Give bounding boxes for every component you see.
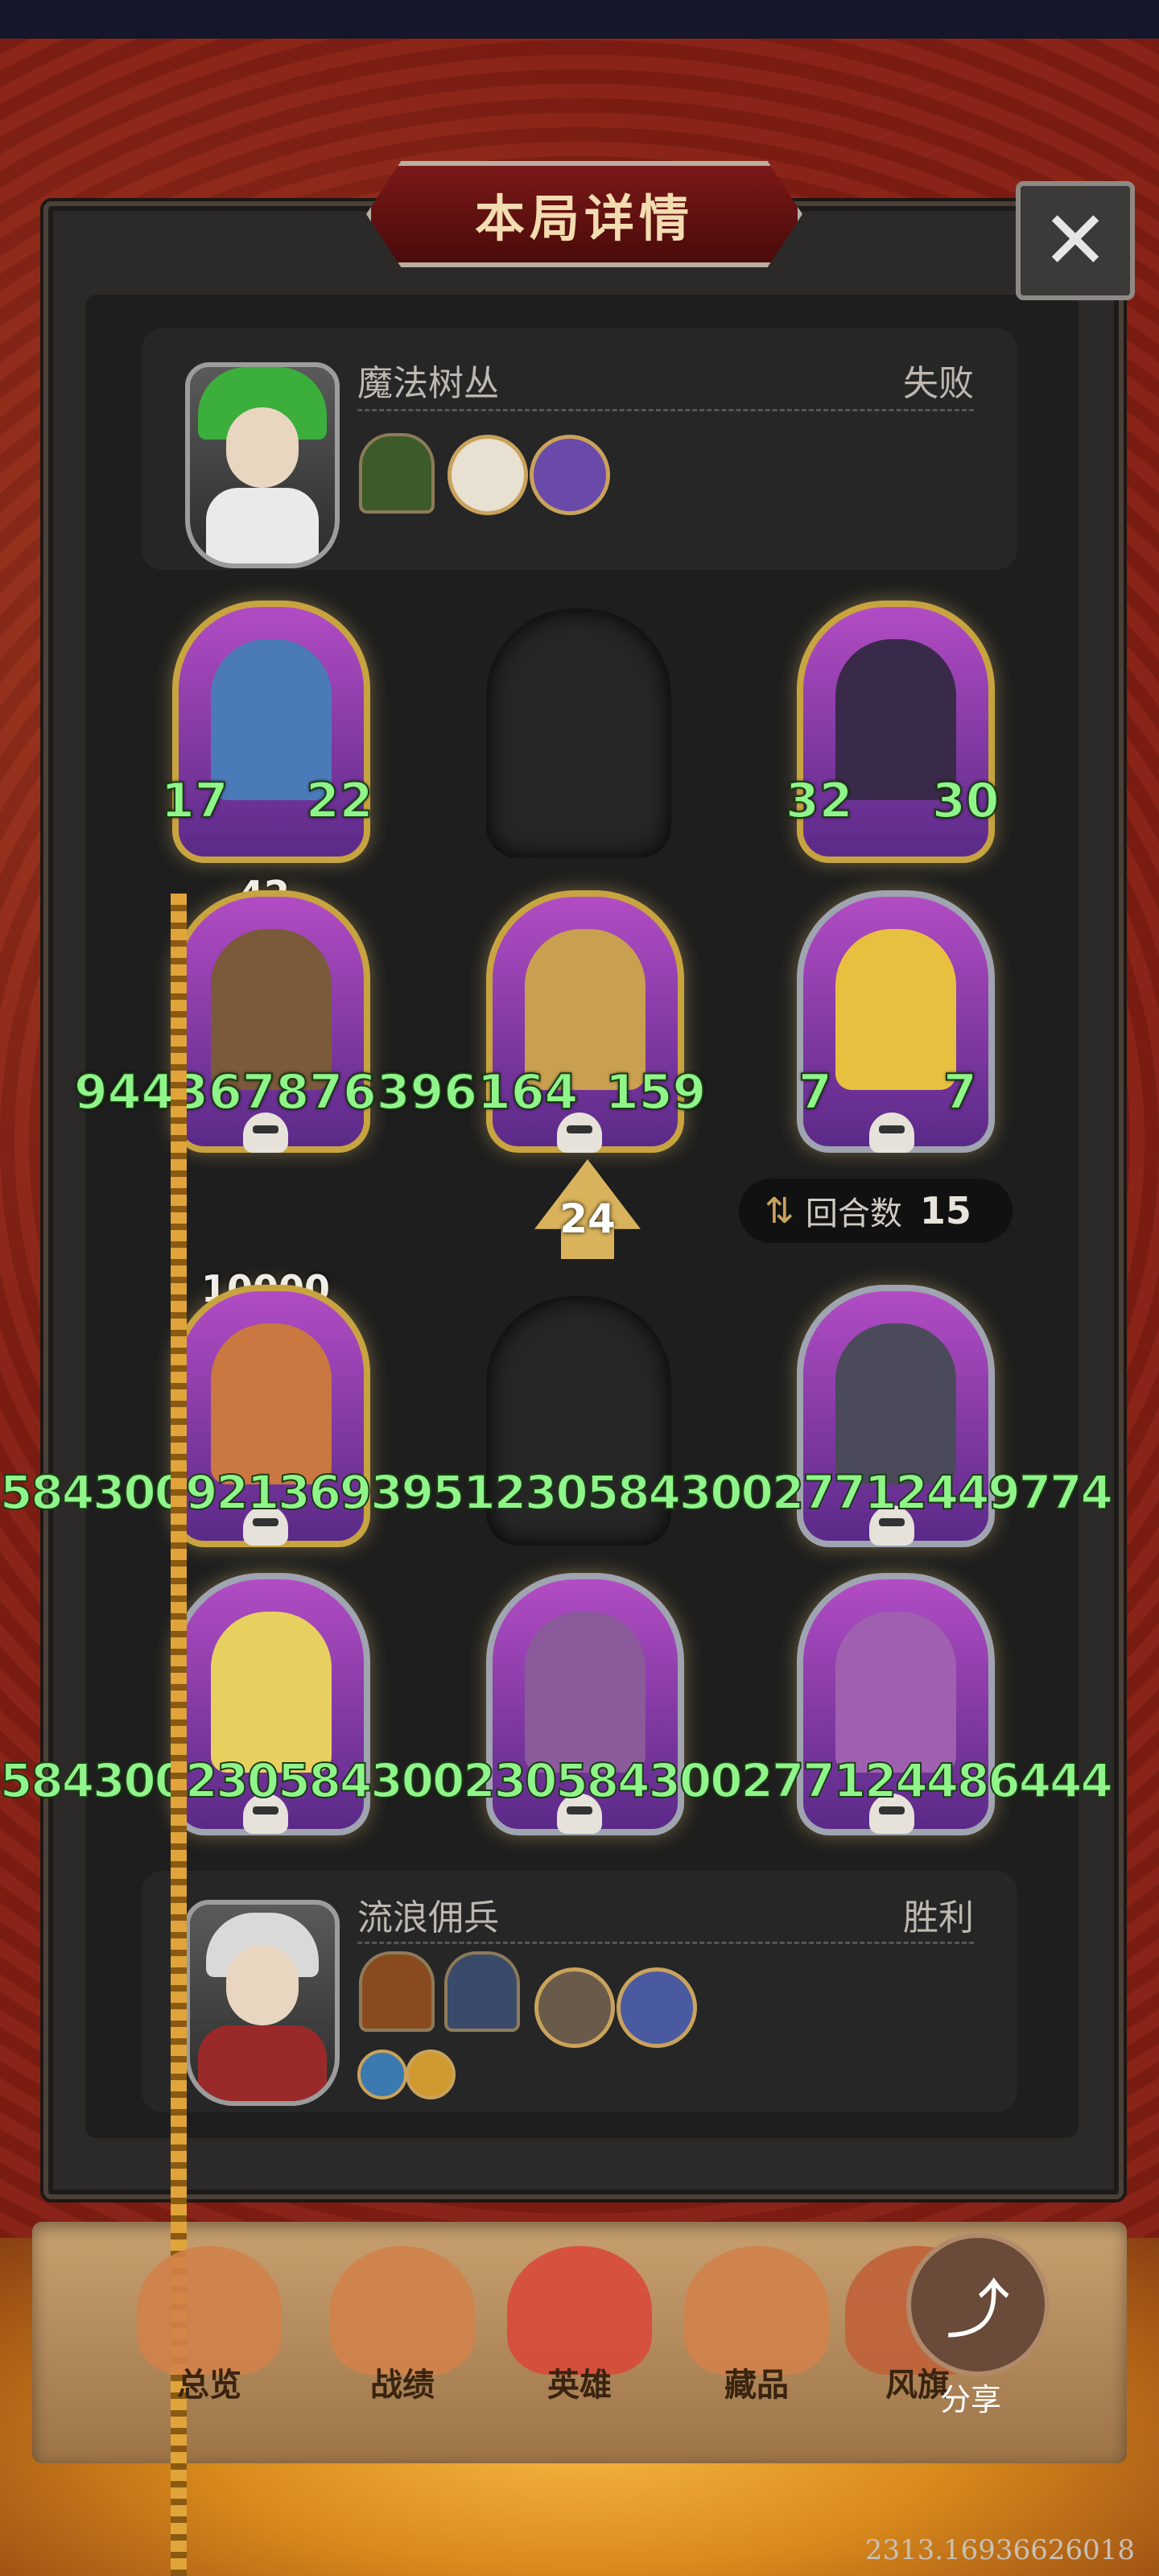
compass-item-icon[interactable]: [448, 435, 528, 515]
top-player-avatar[interactable]: [185, 362, 340, 568]
claw-skill-icon[interactable]: [406, 2050, 456, 2099]
purple-book-item-icon[interactable]: [530, 435, 610, 515]
unit-overflow-stat: 944367876396164: [73, 1063, 579, 1121]
page-title: 本局详情: [474, 189, 694, 248]
share-icon: ⤴: [946, 2273, 1010, 2347]
nav-label: 总览: [177, 2367, 241, 2404]
turn-value: 15: [919, 1189, 971, 1232]
unit-health: 30: [931, 772, 1000, 830]
arrow-value: 24: [559, 1195, 616, 1242]
nav-label: 藏品: [724, 2367, 789, 2404]
unit-health: 7: [942, 1063, 978, 1121]
close-button[interactable]: ✕: [1016, 181, 1135, 300]
green-door-item-icon[interactable]: [359, 433, 435, 514]
status-bar: [0, 0, 1159, 39]
horse-icon: [507, 2246, 652, 2375]
nav-record[interactable]: 战绩: [322, 2246, 483, 2407]
bottom-player-result: 胜利: [903, 1897, 974, 1938]
storm-door-item-icon[interactable]: [444, 1951, 520, 2032]
horse-icon: [330, 2246, 475, 2375]
close-icon: ✕: [1041, 193, 1109, 287]
horse-icon: [137, 2246, 282, 2375]
turn-label: 回合数: [805, 1195, 902, 1232]
top-player-name: 魔法树丛: [357, 363, 499, 404]
nav-hero[interactable]: 英雄: [499, 2246, 660, 2407]
horse-icon: [684, 2246, 829, 2375]
divider: [357, 1942, 974, 1944]
title-plate: 本局详情: [366, 161, 802, 267]
share-label: 分享: [940, 2382, 1002, 2417]
unit-health: 22: [305, 772, 373, 830]
nav-collection[interactable]: 藏品: [676, 2246, 837, 2407]
bottom-player-avatar[interactable]: [185, 1900, 340, 2106]
nav-label: 战绩: [370, 2367, 435, 2404]
footer-id: 2313.16936626018: [864, 2534, 1135, 2566]
beast-item-icon[interactable]: [534, 1967, 615, 2048]
nav-label: 英雄: [547, 2367, 612, 2404]
cloud-item-icon[interactable]: [617, 1967, 697, 2048]
skull-icon: [869, 1113, 914, 1153]
fire-door-item-icon[interactable]: [359, 1951, 435, 2032]
nav-overview[interactable]: 总览: [129, 2246, 290, 2407]
swap-icon: ⇅: [765, 1190, 794, 1232]
divider: [357, 409, 974, 411]
unit-health: 159: [604, 1063, 707, 1121]
share-button[interactable]: ⤴: [906, 2233, 1050, 2376]
turn-counter: ⇅ 回合数 15: [739, 1179, 1013, 1243]
unit-attack: 17: [160, 772, 229, 830]
unit-attack: 32: [785, 772, 853, 830]
sword-skill-icon[interactable]: [357, 2050, 407, 2099]
empty-slot[interactable]: [486, 609, 671, 858]
bottom-player-name: 流浪佣兵: [357, 1897, 499, 1938]
top-player-result: 失败: [903, 363, 974, 404]
unit-attack: 7: [798, 1063, 833, 1121]
